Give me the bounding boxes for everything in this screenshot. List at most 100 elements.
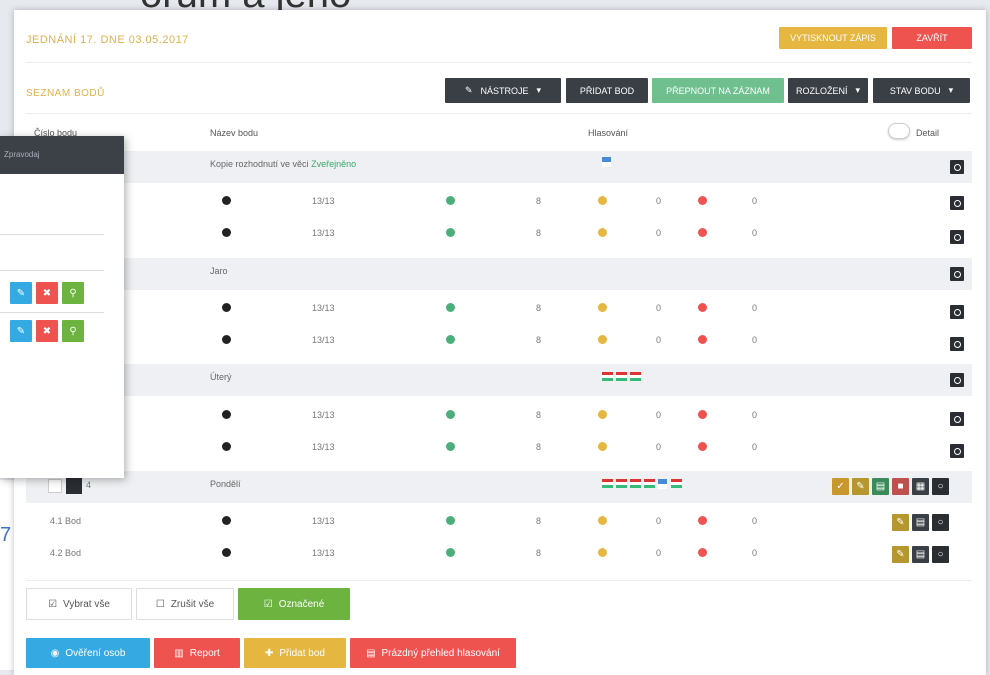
detail-icon[interactable] (950, 373, 964, 387)
abstain-count: 0 (656, 303, 662, 313)
popup-edit-button[interactable]: ✎ (10, 320, 32, 342)
layout-dropdown[interactable]: ROZLOŽENÍ ▾ (788, 78, 868, 103)
document-button[interactable]: ▤ (912, 546, 929, 563)
row-score: 13/13 (312, 410, 335, 420)
report-button[interactable]: ▥ Report (154, 638, 240, 668)
popup-divider (0, 234, 104, 235)
row-score: 13/13 (312, 335, 335, 345)
toggle-label: Detail (916, 128, 940, 138)
tools-dropdown[interactable]: ✎ NÁSTROJE ▾ (445, 78, 561, 103)
close-button[interactable]: ZAVŘÍT (892, 27, 972, 49)
detail-icon[interactable] (950, 305, 964, 319)
add-point-button[interactable]: PŘIDAT BOD (566, 78, 648, 103)
abstain-icon (598, 196, 607, 205)
yes-icon (446, 442, 455, 451)
no-count: 0 (752, 335, 758, 345)
detail-icon[interactable] (950, 196, 964, 210)
meeting-title: JEDNÁNÍ 17. DNE 03.05.2017 (26, 34, 189, 46)
expand-button[interactable] (66, 478, 82, 494)
print-button[interactable]: ▦ (912, 478, 929, 495)
section-title: SEZNAM BODŮ (26, 88, 105, 99)
popup-search-button[interactable]: ⚲ (62, 282, 84, 304)
print-icon: ▤ (366, 647, 376, 659)
detail-button[interactable]: ○ (932, 514, 949, 531)
status-dropdown[interactable]: STAV BODU ▾ (873, 78, 970, 103)
detail-button[interactable]: ○ (932, 478, 949, 495)
table-row: 13/13 8 0 0 (26, 400, 972, 432)
popup-delete-button[interactable]: ✖ (36, 282, 58, 304)
no-icon (698, 196, 707, 205)
meeting-panel: JEDNÁNÍ 17. DNE 03.05.2017 VYTISKNOUT ZÁ… (14, 10, 986, 675)
detail-icon[interactable] (950, 412, 964, 426)
caret-down-icon: ▾ (948, 85, 954, 95)
group-row: Jaro (26, 258, 972, 290)
yes-icon (446, 303, 455, 312)
tools-label: NÁSTROJE (480, 85, 529, 96)
author-icon (222, 516, 231, 525)
detail-icon[interactable] (950, 444, 964, 458)
add-point-bottom-label: Přidat bod (279, 647, 325, 659)
delete-button[interactable]: ■ (892, 478, 909, 495)
popup-search-button[interactable]: ⚲ (62, 320, 84, 342)
yes-count: 8 (536, 335, 542, 345)
print-voting-button[interactable]: ▤ Prázdný přehled hlasování (350, 638, 516, 668)
table-row: 13/13 8 0 0 (26, 432, 972, 464)
detail-toggle[interactable] (888, 123, 910, 139)
layout-label: ROZLOŽENÍ (795, 85, 848, 96)
detail-icon[interactable] (950, 230, 964, 244)
detail-button[interactable]: ○ (932, 546, 949, 563)
document-button[interactable]: ▤ (912, 514, 929, 531)
author-icon (222, 548, 231, 557)
no-icon (698, 228, 707, 237)
column-header-name: Název bodu (210, 128, 259, 138)
switch-record-button[interactable]: PŘEPNOUT NA ZÁZNAM (652, 78, 784, 103)
group-name: Úterý (210, 372, 232, 382)
toolbar-divider (26, 113, 972, 114)
edit-button[interactable]: ✎ (852, 478, 869, 495)
background-number: 7 (0, 524, 12, 546)
verify-persons-button[interactable]: ◉ Ověření osob (26, 638, 150, 668)
detail-icon[interactable] (950, 337, 964, 351)
add-point-bottom-button[interactable]: ✚ Přidat bod (244, 638, 346, 668)
select-all-button[interactable]: ☑ Vybrat vše (26, 588, 132, 620)
yes-count: 8 (536, 516, 542, 526)
detail-icon[interactable] (950, 267, 964, 281)
flag-icon (671, 479, 682, 488)
table-row: 13/13 8 0 0 (26, 325, 972, 357)
pencil-icon: ✎ (464, 85, 473, 95)
status-label: STAV BODU (889, 85, 941, 96)
row-label: 4.2 Bod (50, 548, 82, 558)
table-divider (26, 580, 972, 581)
deselect-all-label: Zrušit vše (170, 598, 215, 610)
no-icon (698, 303, 707, 312)
published-link[interactable]: Zveřejněno (311, 159, 356, 169)
caret-down-icon: ▾ (536, 85, 542, 95)
flag-icon (630, 372, 641, 381)
abstain-icon (598, 335, 607, 344)
abstain-count: 0 (656, 548, 662, 558)
yes-icon (446, 196, 455, 205)
document-button[interactable]: ▤ (872, 478, 889, 495)
yes-count: 8 (536, 303, 542, 313)
detail-icon[interactable] (950, 160, 964, 174)
popup-edit-button[interactable]: ✎ (10, 282, 32, 304)
yes-count: 8 (536, 548, 542, 558)
row-score: 13/13 (312, 442, 335, 452)
no-count: 0 (752, 516, 758, 526)
print-minutes-button[interactable]: VYTISKNOUT ZÁPIS (779, 27, 887, 49)
row-checkbox[interactable] (48, 479, 62, 493)
deselect-all-button[interactable]: ☐ Zrušit vše (136, 588, 234, 620)
edit-button[interactable]: ✎ (892, 546, 909, 563)
flag-icon (602, 372, 613, 381)
verify-label: Ověření osob (65, 647, 126, 659)
group-name: Kopie rozhodnutí ve věci Zveřejněno (210, 159, 357, 169)
edit-button[interactable]: ✎ (892, 514, 909, 531)
approve-button[interactable]: ✓ (832, 478, 849, 495)
row-score: 13/13 (312, 548, 335, 558)
abstain-icon (598, 410, 607, 419)
popup-delete-button[interactable]: ✖ (36, 320, 58, 342)
selected-button[interactable]: ☑ Označené (238, 588, 350, 620)
no-count: 0 (752, 548, 758, 558)
selected-label: Označené (278, 598, 325, 610)
yes-icon (446, 410, 455, 419)
